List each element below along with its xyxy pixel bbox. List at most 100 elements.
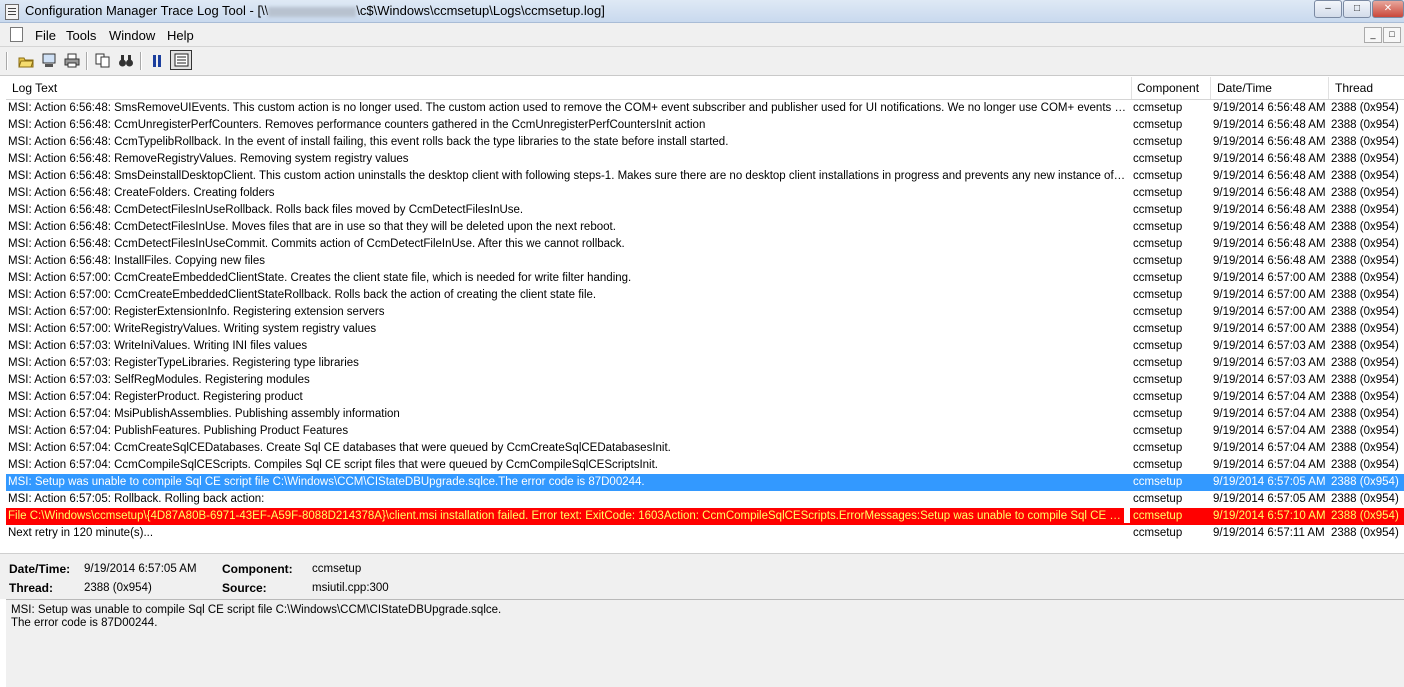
log-row[interactable]: MSI: Action 6:56:48: SmsRemoveUIEvents. … xyxy=(6,100,1404,117)
log-row-thread: 2388 (0x954) xyxy=(1331,119,1399,131)
log-row-component: ccmsetup xyxy=(1133,442,1183,454)
log-row[interactable]: MSI: Action 6:57:04: CcmCompileSqlCEScri… xyxy=(6,457,1404,474)
log-row[interactable]: MSI: Action 6:56:48: CreateFolders. Crea… xyxy=(6,185,1404,202)
log-row[interactable]: MSI: Action 6:56:48: CcmDetectFilesInUse… xyxy=(6,219,1404,236)
open-remote-icon[interactable] xyxy=(39,51,58,70)
column-log-text[interactable]: Log Text xyxy=(12,81,57,95)
log-row[interactable]: MSI: Setup was unable to compile Sql CE … xyxy=(6,474,1404,491)
log-row[interactable]: MSI: Action 6:57:04: PublishFeatures. Pu… xyxy=(6,423,1404,440)
log-row-component: ccmsetup xyxy=(1133,323,1183,335)
menu-help[interactable]: Help xyxy=(167,28,194,43)
log-row-datetime: 9/19/2014 6:57:05 AM xyxy=(1213,493,1326,505)
log-row-text: MSI: Action 6:56:48: CcmDetectFilesInUse… xyxy=(8,204,524,216)
log-row-component: ccmsetup xyxy=(1133,153,1183,165)
log-row-component: ccmsetup xyxy=(1133,340,1183,352)
log-row[interactable]: MSI: Action 6:56:48: CcmUnregisterPerfCo… xyxy=(6,117,1404,134)
log-row-thread: 2388 (0x954) xyxy=(1331,102,1399,114)
log-row[interactable]: MSI: Action 6:56:48: RemoveRegistryValue… xyxy=(6,151,1404,168)
log-row-datetime: 9/19/2014 6:57:04 AM xyxy=(1213,425,1326,437)
log-row[interactable]: MSI: Action 6:57:00: CcmCreateEmbeddedCl… xyxy=(6,287,1404,304)
log-row-thread: 2388 (0x954) xyxy=(1331,476,1399,488)
message-line: The error code is 87D00244. xyxy=(11,617,158,629)
log-row-datetime: 9/19/2014 6:57:00 AM xyxy=(1213,272,1326,284)
column-divider[interactable] xyxy=(1210,77,1211,99)
maximize-button[interactable]: □ xyxy=(1343,0,1371,18)
log-row[interactable]: MSI: Action 6:57:04: CcmCreateSqlCEDatab… xyxy=(6,440,1404,457)
column-datetime[interactable]: Date/Time xyxy=(1217,81,1272,95)
window-title: Configuration Manager Trace Log Tool - [… xyxy=(25,3,605,18)
log-row[interactable]: MSI: Action 6:56:48: InstallFiles. Copyi… xyxy=(6,253,1404,270)
log-row[interactable]: MSI: Action 6:57:00: WriteRegistryValues… xyxy=(6,321,1404,338)
detail-thread-value: 2388 (0x954) xyxy=(84,582,152,594)
menu-file[interactable]: File xyxy=(35,28,56,43)
log-row-datetime: 9/19/2014 6:56:48 AM xyxy=(1213,204,1326,216)
log-row-text: MSI: Action 6:57:04: PublishFeatures. Pu… xyxy=(8,425,349,437)
log-row-datetime: 9/19/2014 6:56:48 AM xyxy=(1213,187,1326,199)
log-row[interactable]: MSI: Action 6:57:03: WriteIniValues. Wri… xyxy=(6,338,1404,355)
minimize-button[interactable]: – xyxy=(1314,0,1342,18)
log-row-component: ccmsetup xyxy=(1133,408,1183,420)
log-row-thread: 2388 (0x954) xyxy=(1331,187,1399,199)
log-row[interactable]: MSI: Action 6:57:04: RegisterProduct. Re… xyxy=(6,389,1404,406)
log-row-text: Next retry in 120 minute(s)... xyxy=(8,527,154,539)
detail-source-value: msiutil.cpp:300 xyxy=(312,582,389,594)
log-row-text: MSI: Action 6:57:00: CcmCreateEmbeddedCl… xyxy=(8,289,597,301)
log-row[interactable]: MSI: Action 6:57:03: SelfRegModules. Reg… xyxy=(6,372,1404,389)
log-row-datetime: 9/19/2014 6:57:03 AM xyxy=(1213,357,1326,369)
log-row-thread: 2388 (0x954) xyxy=(1331,289,1399,301)
log-row-component: ccmsetup xyxy=(1133,204,1183,216)
app-log-icon xyxy=(5,4,19,20)
log-row-datetime: 9/19/2014 6:56:48 AM xyxy=(1213,170,1326,182)
log-message-textbox[interactable]: MSI: Setup was unable to compile Sql CE … xyxy=(6,599,1404,687)
log-row-text: MSI: Setup was unable to compile Sql CE … xyxy=(8,476,645,488)
log-row[interactable]: MSI: Action 6:56:48: SmsDeinstallDesktop… xyxy=(6,168,1404,185)
log-row-datetime: 9/19/2014 6:57:11 AM xyxy=(1213,527,1325,539)
log-row-component: ccmsetup xyxy=(1133,306,1183,318)
close-button[interactable]: ✕ xyxy=(1372,0,1404,18)
document-icon[interactable] xyxy=(10,27,23,42)
log-table-header: Log Text Component Date/Time Thread xyxy=(6,77,1404,100)
log-row-text: MSI: Action 6:57:00: WriteRegistryValues… xyxy=(8,323,377,335)
menu-window[interactable]: Window xyxy=(109,28,155,43)
log-row[interactable]: MSI: Action 6:56:48: CcmTypelibRollback.… xyxy=(6,134,1404,151)
log-row-thread: 2388 (0x954) xyxy=(1331,136,1399,148)
print-icon[interactable] xyxy=(62,51,81,70)
menu-tools[interactable]: Tools xyxy=(66,28,96,43)
title-bar[interactable]: Configuration Manager Trace Log Tool - [… xyxy=(0,0,1404,23)
column-component[interactable]: Component xyxy=(1137,81,1199,95)
log-row-text: MSI: Action 6:57:05: Rollback. Rolling b… xyxy=(8,493,265,505)
pause-icon[interactable] xyxy=(147,51,166,70)
log-row-datetime: 9/19/2014 6:57:03 AM xyxy=(1213,340,1326,352)
log-row-thread: 2388 (0x954) xyxy=(1331,323,1399,335)
open-folder-icon[interactable] xyxy=(16,51,35,70)
column-divider[interactable] xyxy=(1131,77,1132,99)
log-row-text: MSI: Action 6:56:48: SmsRemoveUIEvents. … xyxy=(8,102,1126,114)
log-row[interactable]: MSI: Action 6:57:00: RegisterExtensionIn… xyxy=(6,304,1404,321)
log-row-text: MSI: Action 6:56:48: CcmDetectFilesInUse… xyxy=(8,238,625,250)
log-row[interactable]: MSI: Action 6:56:48: CcmDetectFilesInUse… xyxy=(6,202,1404,219)
log-row[interactable]: File C:\Windows\ccmsetup\{4D87A80B-6971-… xyxy=(6,508,1404,525)
log-row-datetime: 9/19/2014 6:56:48 AM xyxy=(1213,119,1326,131)
mdi-restore-button[interactable]: □ xyxy=(1383,27,1401,43)
log-row[interactable]: MSI: Action 6:57:04: MsiPublishAssemblie… xyxy=(6,406,1404,423)
detail-source-label: Source: xyxy=(222,581,267,595)
mdi-minimize-button[interactable]: _ xyxy=(1364,27,1382,43)
toolbar-separator xyxy=(140,52,142,70)
copy-icon[interactable] xyxy=(93,51,112,70)
log-row-datetime: 9/19/2014 6:57:04 AM xyxy=(1213,442,1326,454)
log-row[interactable]: MSI: Action 6:57:03: RegisterTypeLibrari… xyxy=(6,355,1404,372)
log-row[interactable]: Next retry in 120 minute(s)... ccmsetup 9/… xyxy=(6,525,1404,542)
column-thread[interactable]: Thread xyxy=(1335,81,1373,95)
menu-bar: File Tools Window Help _ □ xyxy=(0,23,1404,47)
log-row-datetime: 9/19/2014 6:56:48 AM xyxy=(1213,102,1326,114)
find-binoculars-icon[interactable] xyxy=(116,51,135,70)
log-row[interactable]: MSI: Action 6:57:00: CcmCreateEmbeddedCl… xyxy=(6,270,1404,287)
log-row-thread: 2388 (0x954) xyxy=(1331,340,1399,352)
log-row[interactable]: MSI: Action 6:56:48: CcmDetectFilesInUse… xyxy=(6,236,1404,253)
toggle-details-icon[interactable] xyxy=(170,50,192,70)
toolbar xyxy=(0,47,1404,76)
log-row-component: ccmsetup xyxy=(1133,272,1183,284)
log-row-text: MSI: Action 6:57:03: WriteIniValues. Wri… xyxy=(8,340,308,352)
log-row[interactable]: MSI: Action 6:57:05: Rollback. Rolling b… xyxy=(6,491,1404,508)
column-divider[interactable] xyxy=(1328,77,1329,99)
